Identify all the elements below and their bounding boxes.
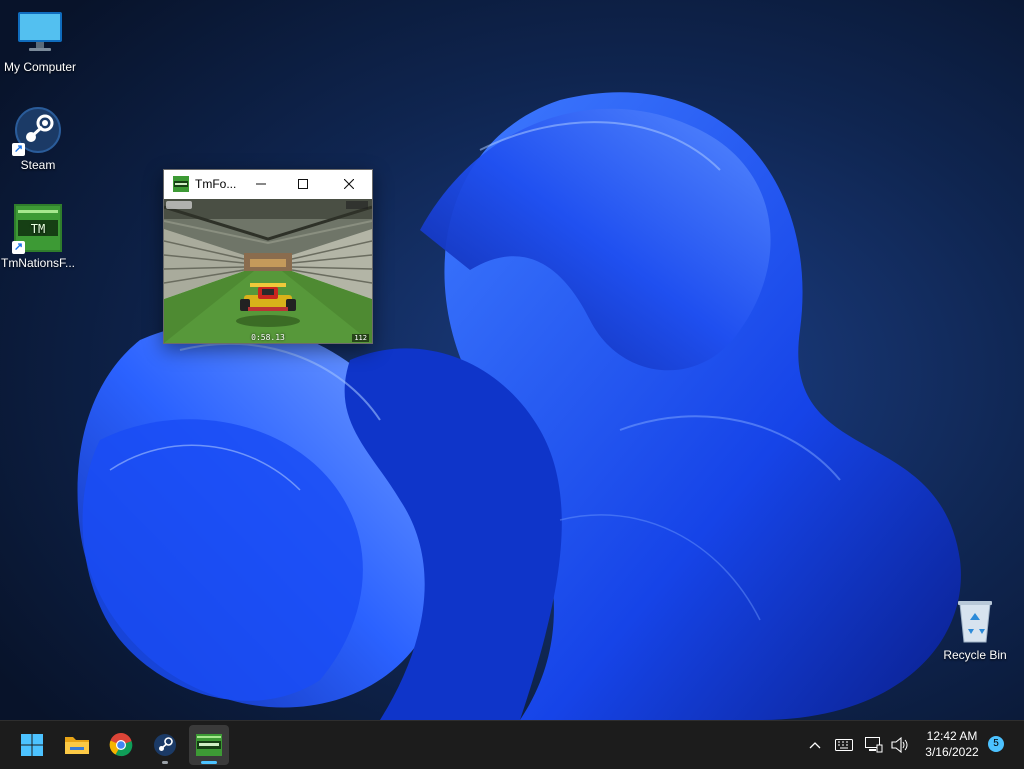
desktop-icon-steam[interactable]: ↗ Steam	[0, 106, 78, 172]
keyboard-icon	[835, 739, 853, 751]
maximize-button[interactable]	[280, 170, 326, 198]
volume-icon	[891, 737, 908, 753]
window-title: TmFo...	[195, 177, 237, 191]
tmnations-icon	[196, 734, 222, 756]
steam-icon	[154, 734, 176, 756]
game-viewport[interactable]: 0:58.13 112	[164, 199, 372, 343]
taskbar-steam[interactable]	[145, 725, 185, 765]
start-button[interactable]	[12, 725, 52, 765]
shortcut-arrow-icon: ↗	[12, 241, 25, 254]
close-icon	[344, 179, 354, 189]
speed-readout: 112	[352, 334, 369, 342]
folder-icon	[65, 737, 89, 754]
show-hidden-icons-button[interactable]	[804, 721, 826, 769]
desktop-icon-recycle-bin[interactable]: Recycle Bin	[935, 596, 1015, 662]
desktop-icon-label: Recycle Bin	[943, 648, 1007, 662]
minimize-button[interactable]	[242, 170, 280, 198]
windows-start-icon	[21, 734, 43, 756]
desktop-icon-tmnations[interactable]: TM ↗ TmNationsF...	[0, 204, 78, 270]
desktop-icon-label: My Computer	[3, 60, 77, 74]
close-button[interactable]	[326, 170, 372, 198]
clock-time: 12:42 AM	[926, 729, 978, 743]
desktop-icon-my-computer[interactable]: My Computer	[0, 8, 80, 74]
network-icon	[865, 737, 883, 753]
taskbar: 12:42 AM 3/16/2022	[0, 720, 1024, 769]
notification-badge[interactable]: 5	[988, 736, 1004, 752]
network-button[interactable]	[862, 721, 886, 769]
desktop-icon-label: TmNationsF...	[0, 256, 75, 270]
tmnations-icon	[173, 176, 189, 192]
tmnations-icon: TM ↗	[12, 204, 62, 254]
keyboard-button[interactable]	[832, 721, 856, 769]
race-timer: 0:58.13	[251, 333, 285, 342]
desktop-wallpaper	[0, 0, 1024, 720]
chevron-up-icon	[809, 742, 821, 749]
taskbar-file-explorer[interactable]	[57, 725, 97, 765]
chrome-icon	[109, 733, 133, 757]
maximize-icon	[298, 179, 308, 189]
taskbar-tmnations[interactable]	[189, 725, 229, 765]
minimize-icon	[256, 183, 266, 185]
monitor-icon	[16, 8, 64, 56]
game-window[interactable]: TmFo... 0:58.13 112	[163, 169, 373, 344]
svg-text:TM: TM	[31, 222, 45, 236]
active-indicator	[201, 761, 217, 764]
desktop-icon-label: Steam	[20, 158, 56, 172]
recycle-bin-icon	[951, 596, 999, 644]
window-titlebar[interactable]: TmFo...	[164, 170, 372, 198]
clock-button[interactable]: 12:42 AM 3/16/2022	[912, 728, 992, 760]
shortcut-arrow-icon: ↗	[12, 143, 25, 156]
taskbar-chrome[interactable]	[101, 725, 141, 765]
running-indicator	[162, 761, 168, 764]
clock-date: 3/16/2022	[925, 745, 979, 759]
volume-button[interactable]	[888, 721, 912, 769]
steam-icon: ↗	[12, 106, 62, 156]
